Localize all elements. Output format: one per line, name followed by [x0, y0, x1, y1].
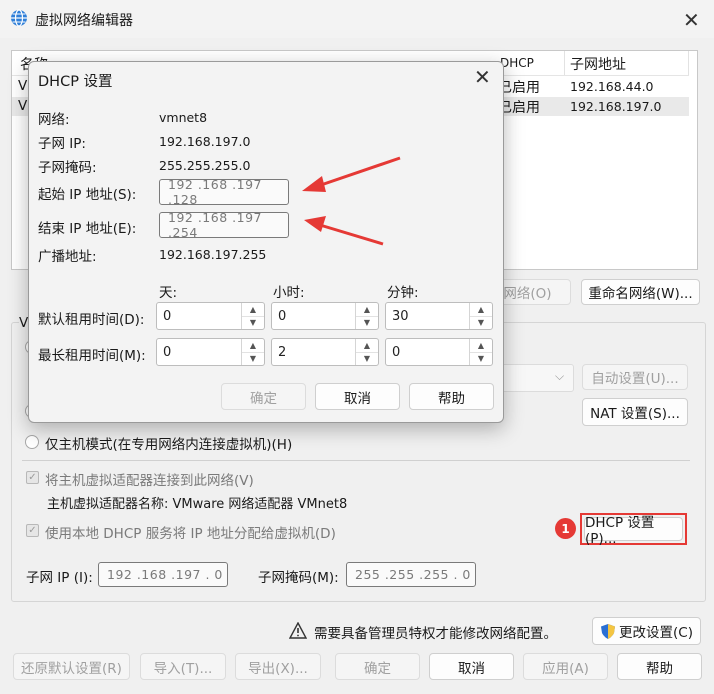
arrow-to-end-ip-icon [304, 216, 384, 246]
arrow-to-start-ip-icon [302, 156, 401, 192]
annotation-arrows [302, 156, 401, 246]
